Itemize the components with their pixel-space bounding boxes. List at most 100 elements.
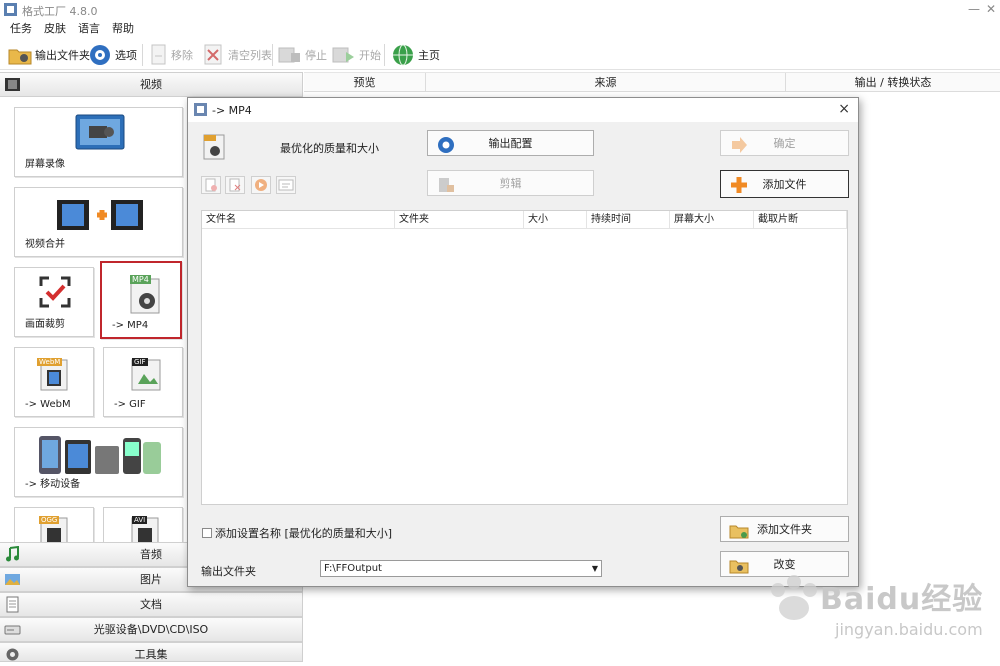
output-folder-label: 输出文件夹 — [201, 565, 256, 578]
menu-task[interactable]: 任务 — [10, 20, 32, 38]
document-icon — [6, 596, 19, 613]
gif-badge: GIF — [132, 358, 148, 366]
video-join-icon — [57, 200, 143, 230]
tile-to-ogg[interactable]: OGG — [14, 507, 94, 542]
dialog-app-icon — [194, 103, 207, 116]
tile-to-mobile[interactable]: -> 移动设备 — [14, 427, 183, 497]
options-gear-icon — [90, 45, 110, 65]
menu-skin[interactable]: 皮肤 — [44, 20, 66, 38]
output-config-button[interactable]: 输出配置 — [427, 130, 594, 156]
col-filename[interactable]: 文件名 — [202, 211, 395, 229]
add-folder-icon — [729, 525, 749, 539]
folder-icon — [8, 49, 32, 65]
watermark-brand: Baidu经验 — [820, 582, 984, 617]
category-video[interactable]: 视频 — [0, 72, 302, 97]
mini-info-button[interactable] — [276, 176, 296, 194]
tile-to-mp4[interactable]: MP4 -> MP4 — [100, 261, 182, 339]
remove-doc-icon — [151, 44, 166, 65]
col-screen-size[interactable]: 屏幕大小 — [670, 211, 754, 229]
menu-help[interactable]: 帮助 — [112, 20, 134, 38]
tile-to-webm[interactable]: WebM -> WebM — [14, 347, 94, 417]
col-clip-segment[interactable]: 截取片断 — [754, 211, 847, 229]
toolbar-divider — [384, 44, 385, 66]
tile-video-join[interactable]: 视频合并 — [14, 187, 183, 257]
col-folder[interactable]: 文件夹 — [395, 211, 524, 229]
clear-list-label: 清空列表 — [228, 49, 272, 62]
toolbar-divider — [272, 44, 273, 66]
mini-remove-button[interactable] — [225, 176, 245, 194]
output-folder-select[interactable]: F:\FFOutput ▼ — [320, 560, 602, 577]
plus-icon — [731, 177, 747, 193]
column-output-status[interactable]: 输出 / 转换状态 — [786, 73, 1000, 92]
start-button[interactable]: 开始 — [332, 42, 381, 68]
column-preview[interactable]: 预览 — [304, 73, 426, 92]
ok-button[interactable]: 确定 — [720, 130, 849, 156]
category-tools[interactable]: 工具集 — [0, 642, 302, 662]
tile-screen-record-label: 屏幕录像 — [25, 159, 65, 170]
category-disc[interactable]: 光驱设备\DVD\CD\ISO — [0, 617, 302, 642]
mini-play-button[interactable] — [251, 176, 271, 194]
minimize-button[interactable]: — — [968, 2, 980, 16]
stop-label: 停止 — [305, 49, 327, 62]
options-button[interactable]: 选项 — [88, 42, 137, 68]
crop-check-icon — [39, 276, 71, 308]
output-config-label: 输出配置 — [488, 137, 533, 150]
music-note-icon — [6, 546, 19, 562]
toolbar: 输出文件夹 选项 移除 清空列表 停止 开始 主页 — [0, 40, 1000, 70]
stop-button[interactable]: 停止 — [278, 42, 327, 68]
output-folder-button[interactable]: 输出文件夹 — [8, 42, 90, 68]
add-file-label: 添加文件 — [762, 178, 807, 191]
window-close-button[interactable]: ✕ — [986, 2, 996, 16]
watermark-url: jingyan.baidu.com — [835, 620, 983, 639]
clear-x-icon — [204, 44, 222, 65]
screen-record-icon — [75, 114, 125, 150]
clip-button[interactable]: 剪辑 — [427, 170, 594, 196]
column-source[interactable]: 来源 — [426, 73, 786, 92]
category-document[interactable]: 文档 — [0, 592, 302, 617]
category-video-label: 视频 — [140, 78, 162, 91]
menu-bar: 任务 皮肤 语言 帮助 — [0, 20, 1000, 38]
home-label: 主页 — [418, 49, 440, 62]
globe-icon — [393, 44, 413, 66]
config-gear-icon — [438, 137, 454, 153]
tile-to-gif[interactable]: GIF -> GIF — [103, 347, 183, 417]
menu-language[interactable]: 语言 — [78, 20, 100, 38]
add-setting-name-checkbox-row[interactable]: 添加设置名称 [最优化的质量和大小] — [202, 525, 392, 541]
task-table-header: 预览 来源 输出 / 转换状态 — [304, 72, 1000, 92]
col-duration[interactable]: 持续时间 — [587, 211, 670, 229]
film-icon — [5, 78, 20, 91]
window-titlebar: 格式工厂 4.8.0 — ✕ — [0, 0, 1000, 20]
tile-crop[interactable]: 画面裁剪 — [14, 267, 94, 337]
add-setting-name-checkbox[interactable] — [202, 528, 212, 538]
avi-badge: AVI — [132, 516, 148, 524]
remove-label: 移除 — [171, 49, 193, 62]
stop-icon — [278, 47, 300, 63]
add-doc-icon — [205, 178, 217, 192]
tile-screen-record[interactable]: 屏幕录像 — [14, 107, 183, 177]
convert-to-mp4-dialog: -> MP4 × 最优化的质量和大小 输出配置 确定 剪辑 添加文件 文件名 文… — [187, 97, 859, 587]
tile-to-mobile-label: -> 移动设备 — [25, 479, 81, 490]
change-folder-icon — [729, 560, 749, 574]
tile-video-join-label: 视频合并 — [25, 239, 65, 250]
options-label: 选项 — [115, 49, 137, 62]
home-button[interactable]: 主页 — [391, 42, 440, 68]
profile-name: 最优化的质量和大小 — [280, 142, 379, 155]
dialog-close-button[interactable]: × — [838, 101, 850, 117]
file-list[interactable]: 文件名 文件夹 大小 持续时间 屏幕大小 截取片断 — [201, 210, 848, 505]
add-folder-button[interactable]: 添加文件夹 — [720, 516, 849, 542]
disc-drive-icon — [4, 625, 21, 635]
clear-list-button[interactable]: 清空列表 — [203, 42, 272, 68]
ok-label: 确定 — [773, 137, 796, 150]
add-file-button[interactable]: 添加文件 — [720, 170, 849, 198]
toolbar-divider — [142, 44, 143, 66]
mini-add-button[interactable] — [201, 176, 221, 194]
category-audio-label: 音频 — [140, 548, 162, 561]
remove-button[interactable]: 移除 — [150, 42, 193, 68]
app-icon — [4, 3, 17, 16]
col-size[interactable]: 大小 — [524, 211, 587, 229]
tile-to-avi[interactable]: AVI — [103, 507, 183, 542]
category-image-label: 图片 — [140, 573, 162, 586]
remove-doc-x-icon — [229, 178, 241, 192]
clip-label: 剪辑 — [499, 177, 522, 190]
category-document-label: 文档 — [140, 598, 162, 611]
